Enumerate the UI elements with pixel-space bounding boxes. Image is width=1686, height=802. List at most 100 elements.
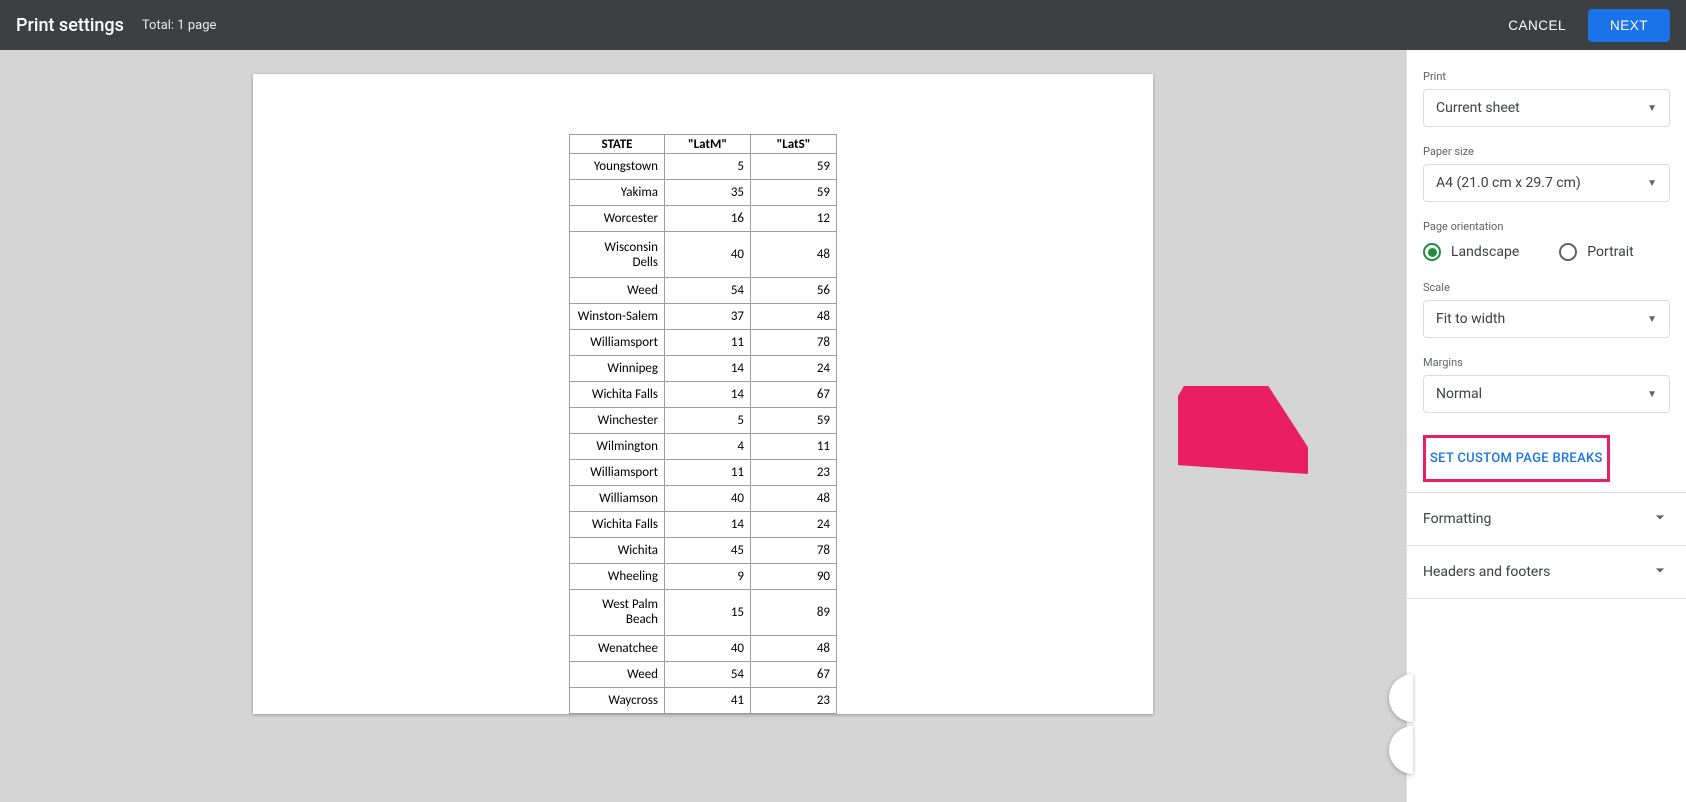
table-row: Williamsport1178 — [570, 330, 837, 356]
dropdown-arrow-icon: ▼ — [1647, 314, 1657, 325]
margins-label: Margins — [1423, 356, 1670, 369]
annotation-highlight: SET CUSTOM PAGE BREAKS — [1423, 435, 1610, 482]
landscape-radio[interactable]: Landscape — [1423, 243, 1519, 261]
table-header: STATE — [570, 135, 665, 154]
table-cell: Wichita Falls — [570, 511, 665, 537]
table-cell: 67 — [751, 661, 837, 687]
portrait-label: Portrait — [1587, 244, 1633, 260]
table-cell: 35 — [665, 179, 751, 205]
table-cell: 48 — [751, 231, 837, 277]
next-button[interactable]: NEXT — [1588, 9, 1670, 42]
table-cell: Waycross — [570, 687, 665, 713]
table-cell: 5 — [665, 154, 751, 180]
chevron-down-icon — [1650, 560, 1670, 584]
dropdown-arrow-icon: ▼ — [1647, 178, 1657, 189]
scale-select[interactable]: Fit to width ▼ — [1423, 300, 1670, 338]
table-row: Wisconsin Dells4048 — [570, 231, 837, 277]
print-preview-area: STATE"LatM""LatS" Youngstown559Yakima355… — [0, 50, 1406, 802]
portrait-radio[interactable]: Portrait — [1559, 243, 1633, 261]
table-cell: 16 — [665, 205, 751, 231]
orientation-label: Page orientation — [1423, 220, 1670, 233]
table-cell: 45 — [665, 537, 751, 563]
table-cell: Weed — [570, 661, 665, 687]
table-cell: 11 — [665, 459, 751, 485]
table-cell: 48 — [751, 485, 837, 511]
table-cell: Yakima — [570, 179, 665, 205]
table-cell: 40 — [665, 231, 751, 277]
page-count: Total: 1 page — [142, 18, 217, 33]
table-row: Weed5456 — [570, 278, 837, 304]
table-cell: 24 — [751, 511, 837, 537]
table-cell: 14 — [665, 382, 751, 408]
table-cell: Winston-Salem — [570, 304, 665, 330]
table-cell: Wichita Falls — [570, 382, 665, 408]
headers-footers-expand[interactable]: Headers and footers — [1407, 545, 1686, 599]
table-row: Winchester559 — [570, 407, 837, 433]
table-row: Williamson4048 — [570, 485, 837, 511]
paper-size-label: Paper size — [1423, 145, 1670, 158]
table-row: Williamsport1123 — [570, 459, 837, 485]
table-row: Wichita Falls1467 — [570, 382, 837, 408]
table-row: Wilmington411 — [570, 433, 837, 459]
table-header: "LatS" — [751, 135, 837, 154]
table-cell: 23 — [751, 687, 837, 713]
table-row: Weed5467 — [570, 661, 837, 687]
table-cell: 78 — [751, 330, 837, 356]
table-cell: Williamson — [570, 485, 665, 511]
table-row: Wichita Falls1424 — [570, 511, 837, 537]
table-cell: 24 — [751, 356, 837, 382]
paper-size-select[interactable]: A4 (21.0 cm x 29.7 cm) ▼ — [1423, 164, 1670, 202]
table-cell: Wisconsin Dells — [570, 231, 665, 277]
table-cell: 48 — [751, 635, 837, 661]
landscape-label: Landscape — [1451, 244, 1519, 260]
margins-select[interactable]: Normal ▼ — [1423, 375, 1670, 413]
table-cell: 37 — [665, 304, 751, 330]
header-bar: Print settings Total: 1 page CANCEL NEXT — [0, 0, 1686, 50]
table-row: Yakima3559 — [570, 179, 837, 205]
table-cell: 59 — [751, 179, 837, 205]
table-cell: 41 — [665, 687, 751, 713]
table-cell: 5 — [665, 407, 751, 433]
settings-sidebar: Print Current sheet ▼ Paper size A4 (21.… — [1406, 50, 1686, 802]
table-cell: Winchester — [570, 407, 665, 433]
table-cell: 14 — [665, 356, 751, 382]
table-cell: 56 — [751, 278, 837, 304]
margins-value: Normal — [1436, 386, 1482, 402]
table-cell: Wenatchee — [570, 635, 665, 661]
formatting-label: Formatting — [1423, 511, 1491, 527]
custom-page-breaks-button[interactable]: SET CUSTOM PAGE BREAKS — [1430, 443, 1603, 474]
headers-footers-label: Headers and footers — [1423, 564, 1550, 580]
table-row: West Palm Beach1589 — [570, 589, 837, 635]
table-cell: 48 — [751, 304, 837, 330]
paper-size-value: A4 (21.0 cm x 29.7 cm) — [1436, 175, 1581, 191]
table-cell: 12 — [751, 205, 837, 231]
dropdown-arrow-icon: ▼ — [1647, 389, 1657, 400]
print-select[interactable]: Current sheet ▼ — [1423, 89, 1670, 127]
page-title: Print settings — [16, 15, 124, 36]
table-cell: 78 — [751, 537, 837, 563]
scale-label: Scale — [1423, 281, 1670, 294]
table-cell: Winnipeg — [570, 356, 665, 382]
table-cell: 23 — [751, 459, 837, 485]
table-cell: Weed — [570, 278, 665, 304]
table-cell: 15 — [665, 589, 751, 635]
table-cell: 11 — [751, 433, 837, 459]
table-row: Worcester1612 — [570, 205, 837, 231]
table-row: Youngstown559 — [570, 154, 837, 180]
formatting-expand[interactable]: Formatting — [1407, 492, 1686, 545]
table-cell: 89 — [751, 589, 837, 635]
table-cell: Wheeling — [570, 563, 665, 589]
data-table: STATE"LatM""LatS" Youngstown559Yakima355… — [569, 134, 837, 714]
table-cell: Worcester — [570, 205, 665, 231]
table-header: "LatM" — [665, 135, 751, 154]
table-cell: Youngstown — [570, 154, 665, 180]
table-cell: 54 — [665, 661, 751, 687]
dropdown-arrow-icon: ▼ — [1647, 103, 1657, 114]
cancel-button[interactable]: CANCEL — [1486, 9, 1588, 42]
table-cell: 59 — [751, 407, 837, 433]
radio-checked-icon — [1423, 243, 1441, 261]
table-row: Wheeling990 — [570, 563, 837, 589]
radio-unchecked-icon — [1559, 243, 1577, 261]
chevron-down-icon — [1650, 507, 1670, 531]
table-cell: 54 — [665, 278, 751, 304]
